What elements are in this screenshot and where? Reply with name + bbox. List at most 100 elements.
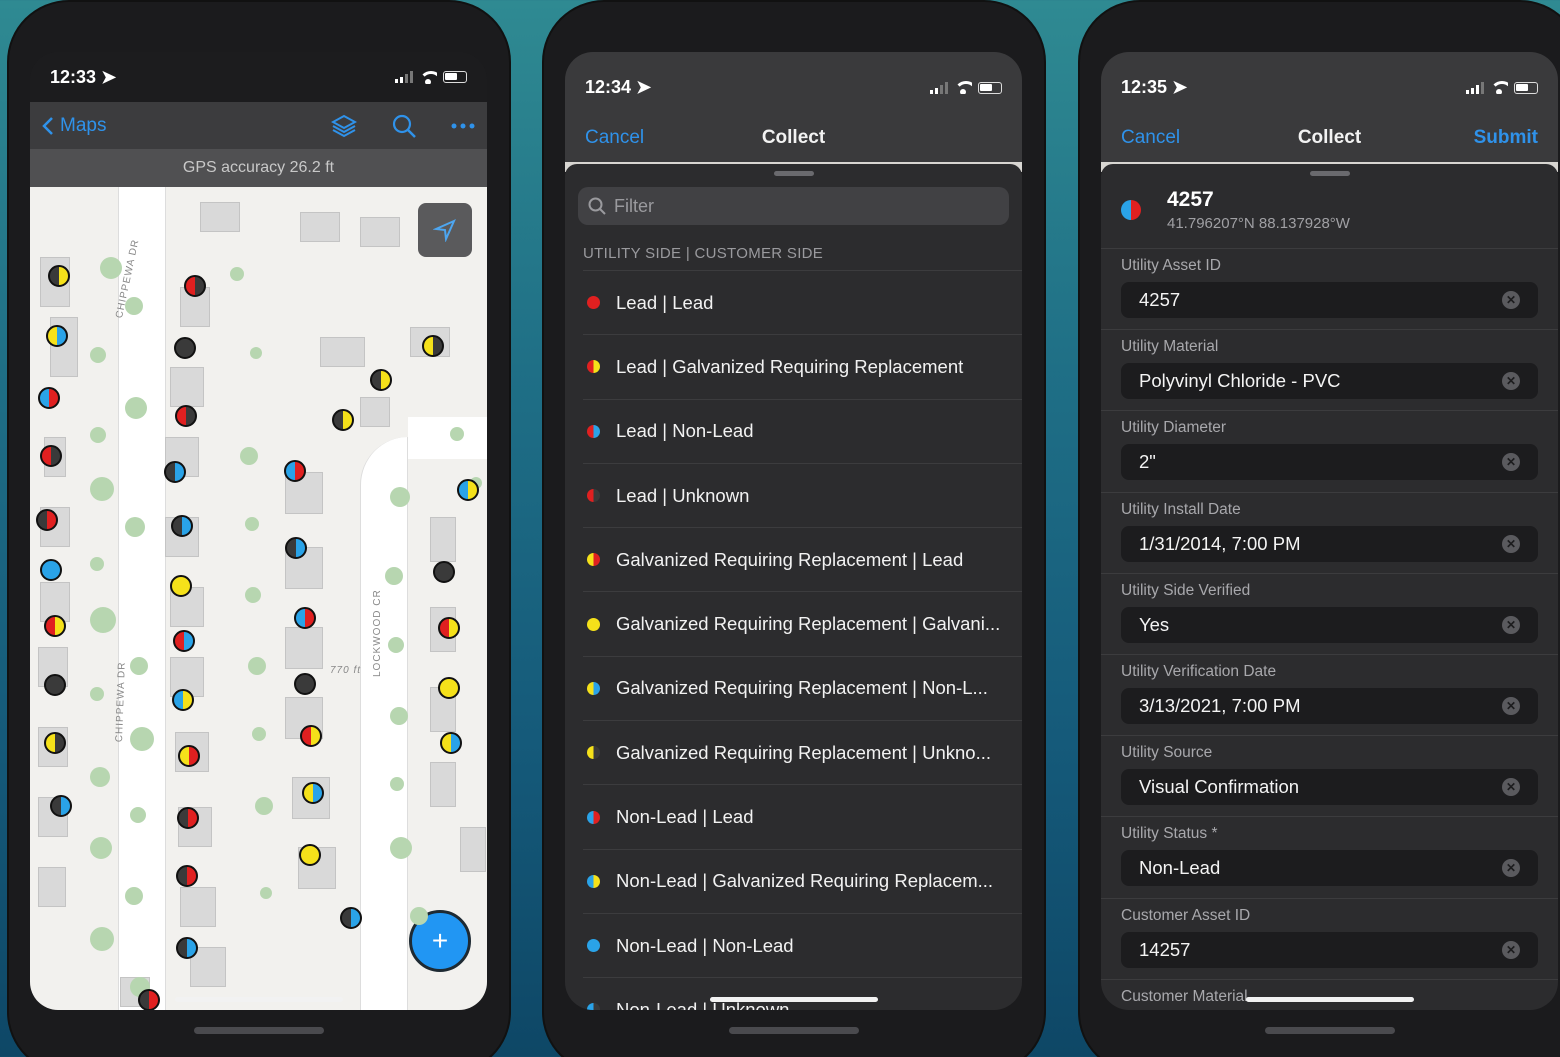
- template-option[interactable]: Lead | Galvanized Requiring Replacement: [583, 334, 1022, 398]
- status-symbol-icon: [587, 360, 600, 374]
- signal-icon: [930, 81, 948, 94]
- service-line-marker[interactable]: [138, 989, 160, 1010]
- search-icon[interactable]: [391, 113, 417, 139]
- clear-icon[interactable]: ✕: [1502, 778, 1520, 797]
- service-line-marker[interactable]: [40, 445, 62, 467]
- field-input[interactable]: 14257 ✕: [1121, 931, 1538, 968]
- scale-label: 770 ft: [330, 665, 362, 676]
- submit-button[interactable]: Submit: [1474, 127, 1538, 149]
- service-line-marker[interactable]: [44, 732, 66, 754]
- tree: [90, 477, 114, 501]
- template-option[interactable]: Non-Lead | Lead: [583, 784, 1022, 848]
- service-line-marker[interactable]: [40, 559, 62, 581]
- tree: [125, 887, 143, 905]
- map-view[interactable]: CHIPPEWA DR CHIPPEWA DR LOCKWOOD CR 770 …: [30, 187, 487, 1010]
- service-line-marker[interactable]: [302, 782, 324, 804]
- service-line-marker[interactable]: [294, 607, 316, 629]
- template-option[interactable]: Lead | Unknown: [583, 462, 1022, 527]
- field-input[interactable]: Non-Lead ✕: [1121, 850, 1538, 887]
- filter-input[interactable]: Filter: [578, 187, 1009, 225]
- clear-icon[interactable]: ✕: [1502, 372, 1520, 391]
- template-option[interactable]: Galvanized Requiring Replacement | Non-L…: [583, 655, 1022, 720]
- template-option[interactable]: Lead | Non-Lead: [583, 398, 1022, 463]
- service-line-marker[interactable]: [184, 275, 206, 297]
- service-line-marker[interactable]: [438, 617, 460, 639]
- service-line-marker[interactable]: [285, 537, 307, 559]
- service-line-marker[interactable]: [284, 460, 306, 482]
- service-line-marker[interactable]: [370, 369, 392, 391]
- field-input[interactable]: 4257 ✕: [1121, 282, 1538, 318]
- service-line-marker[interactable]: [178, 745, 200, 767]
- service-line-marker[interactable]: [422, 335, 444, 357]
- building-footprint: [360, 397, 390, 427]
- field-input[interactable]: Visual Confirmation ✕: [1121, 769, 1538, 806]
- service-line-marker[interactable]: [438, 677, 460, 699]
- template-option[interactable]: Non-Lead | Galvanized Requiring Replacem…: [583, 848, 1022, 913]
- service-line-marker[interactable]: [171, 515, 193, 537]
- status-bar: 12:34 ➤: [565, 52, 1022, 113]
- home-indicator: [1245, 997, 1414, 1002]
- back-button[interactable]: Maps: [42, 115, 106, 137]
- clear-icon[interactable]: ✕: [1502, 615, 1520, 634]
- service-line-marker[interactable]: [433, 561, 455, 583]
- service-line-marker[interactable]: [164, 461, 186, 483]
- service-line-marker[interactable]: [36, 509, 58, 531]
- service-line-marker[interactable]: [440, 732, 462, 754]
- service-line-marker[interactable]: [300, 725, 322, 747]
- service-line-marker[interactable]: [340, 907, 362, 929]
- clear-icon[interactable]: ✕: [1502, 859, 1520, 878]
- template-option[interactable]: Lead | Lead: [583, 270, 1022, 334]
- service-line-marker[interactable]: [46, 325, 68, 347]
- clear-icon[interactable]: ✕: [1502, 453, 1520, 472]
- service-line-marker[interactable]: [176, 865, 198, 887]
- clear-icon[interactable]: ✕: [1502, 696, 1520, 715]
- service-line-marker[interactable]: [170, 575, 192, 597]
- service-line-marker[interactable]: [44, 674, 66, 696]
- clear-icon[interactable]: ✕: [1502, 291, 1520, 309]
- service-line-marker[interactable]: [173, 630, 195, 652]
- building-footprint: [320, 337, 365, 367]
- service-line-marker[interactable]: [50, 795, 72, 817]
- chevron-left-icon: [42, 116, 53, 135]
- layers-icon[interactable]: [331, 113, 357, 139]
- service-line-marker[interactable]: [457, 479, 479, 501]
- tree: [252, 727, 266, 741]
- status-time: 12:33: [50, 66, 97, 87]
- battery-icon: [978, 81, 1002, 94]
- clear-icon[interactable]: ✕: [1502, 534, 1520, 553]
- template-option[interactable]: Non-Lead | Non-Lead: [583, 912, 1022, 977]
- cancel-button[interactable]: Cancel: [1121, 127, 1180, 149]
- service-line-marker[interactable]: [177, 807, 199, 829]
- service-line-marker[interactable]: [332, 409, 354, 431]
- template-option[interactable]: Non-Lead | Unknown: [583, 977, 1022, 1010]
- service-line-marker[interactable]: [299, 844, 321, 866]
- field-input[interactable]: 2" ✕: [1121, 444, 1538, 481]
- field-input[interactable]: 1/31/2014, 7:00 PM ✕: [1121, 525, 1538, 562]
- more-icon[interactable]: [451, 123, 475, 129]
- status-symbol-icon: [587, 681, 600, 695]
- sheet-grabber[interactable]: [773, 171, 814, 176]
- template-option[interactable]: Galvanized Requiring Replacement | Galva…: [583, 591, 1022, 655]
- service-line-marker[interactable]: [294, 673, 316, 695]
- field-input[interactable]: 3/13/2021, 7:00 PM ✕: [1121, 687, 1538, 724]
- field-input[interactable]: Polyvinyl Chloride - PVC ✕: [1121, 363, 1538, 400]
- field-input[interactable]: Yes ✕: [1121, 606, 1538, 643]
- tree: [130, 657, 148, 675]
- service-line-marker[interactable]: [48, 265, 70, 287]
- template-option[interactable]: Galvanized Requiring Replacement | Lead: [583, 527, 1022, 591]
- locate-button[interactable]: [418, 203, 472, 257]
- form-field: Utility Side Verified Yes ✕: [1101, 574, 1558, 655]
- status-symbol-icon: [1121, 200, 1141, 220]
- signal-icon: [395, 71, 413, 83]
- service-line-marker[interactable]: [44, 615, 66, 637]
- service-line-marker[interactable]: [172, 689, 194, 711]
- form-fields: Utility Asset ID 4257 ✕ Utility Material Pol…: [1101, 249, 1558, 1010]
- template-option[interactable]: Galvanized Requiring Replacement | Unkno…: [583, 720, 1022, 784]
- field-value: Non-Lead: [1139, 857, 1221, 879]
- service-line-marker[interactable]: [175, 405, 197, 427]
- cancel-button[interactable]: Cancel: [585, 127, 644, 149]
- clear-icon[interactable]: ✕: [1502, 940, 1520, 959]
- service-line-marker[interactable]: [174, 337, 196, 359]
- service-line-marker[interactable]: [176, 937, 198, 959]
- service-line-marker[interactable]: [38, 387, 60, 409]
